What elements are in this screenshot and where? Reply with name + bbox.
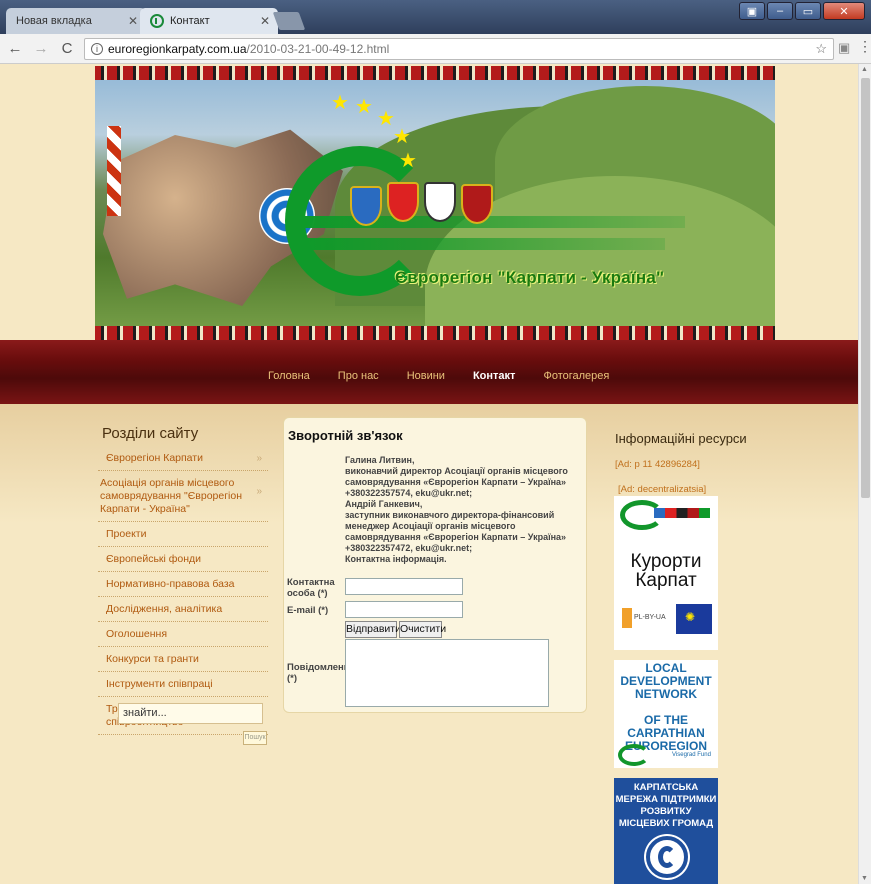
extension-icon[interactable]: ▣ [838, 40, 850, 56]
url-path: /2010-03-21-00-49-12.html [246, 42, 390, 56]
nav-gallery[interactable]: Фотогалерея [543, 370, 609, 382]
scroll-up-icon[interactable]: ▲ [861, 66, 868, 73]
user-icon[interactable]: ▣ [739, 2, 765, 20]
page-scrollbar[interactable]: ▲ ▼ [858, 64, 871, 884]
header-banner: ★ ★ ★ ★ ★ Єврорегіон "Карпати - Україна" [95, 66, 775, 340]
coat-of-arms-icon [424, 182, 456, 222]
contact-info: Галина Литвин, виконавчий директор Асоці… [345, 455, 568, 564]
search-input[interactable]: знайти... [118, 703, 263, 724]
new-tab-button[interactable] [272, 12, 306, 30]
sidebar-item-projects[interactable]: Проекти [98, 522, 268, 547]
ldn-title-1: LOCAL DEVELOPMENT NETWORK [620, 661, 712, 701]
ornament-border [95, 66, 775, 80]
tab-new[interactable]: Новая вкладка ✕ [6, 8, 146, 34]
sidebar-item-grants[interactable]: Конкурси та гранти [98, 647, 268, 672]
eu-flag-icon: ✺ [676, 604, 712, 634]
sidebar-item-legal[interactable]: Нормативно-правова база [98, 572, 268, 597]
local-development-banner[interactable]: LOCAL DEVELOPMENT NETWORK OF THE CARPATH… [614, 660, 718, 768]
page-title: Зворотній зв'язок [288, 428, 403, 443]
network-title: КАРПАТСЬКА МЕРЕЖА ПІДТРИМКИ РОЗВИТКУ МІС… [615, 782, 717, 829]
resources-title: Інформаційні ресурси [615, 431, 747, 446]
network-logo-icon [646, 836, 688, 878]
contact-person-field[interactable] [345, 578, 463, 595]
favicon-icon [150, 14, 164, 28]
close-icon[interactable]: ✕ [128, 14, 138, 28]
label-contact-person: Контактна особа (*) [287, 577, 335, 599]
visegrad-label: Visegrad Fund [672, 752, 711, 758]
label-email: E-mail (*) [287, 605, 329, 616]
nav-news[interactable]: Новини [407, 370, 445, 382]
star-icon[interactable]: ☆ [815, 41, 827, 57]
email-field[interactable] [345, 601, 463, 618]
program-label: PL-BY-UA [634, 614, 666, 621]
clear-button[interactable]: Очистити [399, 621, 446, 638]
ornament-border [95, 326, 775, 340]
ad-link-1[interactable]: [Ad: p 11 42896284] [615, 459, 700, 470]
sidebar-item-euroregion[interactable]: Єврорегіон Карпати» [98, 446, 268, 471]
sidebar-item-association[interactable]: Асоціація органів місцевого самоврядуван… [98, 471, 268, 522]
sidebar-item-eu-funds[interactable]: Європейські фонди [98, 547, 268, 572]
carpathian-network-banner[interactable]: КАРПАТСЬКА МЕРЕЖА ПІДТРИМКИ РОЗВИТКУ МІС… [614, 778, 718, 884]
reload-icon[interactable]: C [56, 40, 78, 57]
browser-toolbar: ← → C ⌂ i euroregionkarpaty.com.ua /2010… [0, 34, 871, 64]
sidebar-title: Розділи сайту [102, 425, 199, 442]
address-bar[interactable]: i euroregionkarpaty.com.ua /2010-03-21-0… [84, 38, 834, 60]
nav-contact[interactable]: Контакт [473, 370, 515, 382]
sidebar-item-tools[interactable]: Інструменти співпраці [98, 672, 268, 697]
sidebar-item-announcements[interactable]: Оголошення [98, 622, 268, 647]
sidebar-menu: Єврорегіон Карпати» Асоціація органів мі… [98, 446, 268, 735]
window-close-button[interactable]: ✕ [823, 2, 865, 20]
search-button[interactable]: Пошук [243, 731, 267, 745]
border-post-image [107, 126, 121, 216]
scroll-thumb[interactable] [861, 78, 870, 498]
message-textarea[interactable] [345, 639, 549, 707]
coat-of-arms-icon [350, 186, 382, 226]
back-icon[interactable]: ← [4, 40, 26, 57]
tab-label: Контакт [170, 15, 210, 27]
label-message: Повідомлення (*) [287, 662, 356, 684]
star-icon: ★ [355, 96, 373, 118]
scroll-down-icon[interactable]: ▼ [861, 875, 868, 882]
ad-link-2[interactable]: [Ad: decentralizatsia] [618, 484, 706, 495]
maximize-button[interactable]: ▭ [795, 2, 821, 20]
star-icon: ★ [399, 150, 417, 172]
tab-contact[interactable]: Контакт ✕ [140, 8, 278, 34]
banner-title: Єврорегіон "Карпати - Україна" [395, 268, 665, 287]
tab-label: Новая вкладка [16, 15, 92, 27]
resorts-title: Курорти Карпат [630, 551, 702, 591]
coat-of-arms-icon [461, 184, 493, 224]
url-host: euroregionkarpaty.com.ua [108, 42, 247, 56]
info-icon[interactable]: i [91, 43, 103, 55]
menu-icon[interactable]: ⋮ [858, 38, 871, 55]
main-nav: Головна Про нас Новини Контакт Фотогалер… [268, 370, 609, 382]
euroregion-logo-icon [618, 744, 650, 766]
close-icon[interactable]: ✕ [260, 14, 270, 28]
send-button[interactable]: Відправити [345, 621, 401, 638]
sidebar-item-research[interactable]: Дослідження, аналітика [98, 597, 268, 622]
star-icon: ★ [393, 126, 411, 148]
coat-of-arms-icon [387, 182, 419, 222]
minimize-button[interactable]: – [767, 2, 793, 20]
tab-bar: Новая вкладка ✕ Контакт ✕ ▣ – ▭ ✕ [0, 0, 871, 34]
nav-home[interactable]: Головна [268, 370, 310, 382]
resorts-banner[interactable]: Курорти Карпат PL-BY-UA ✺ [614, 496, 718, 650]
forward-icon[interactable]: → [30, 40, 52, 57]
nav-about[interactable]: Про нас [338, 370, 379, 382]
star-icon: ★ [331, 92, 349, 114]
